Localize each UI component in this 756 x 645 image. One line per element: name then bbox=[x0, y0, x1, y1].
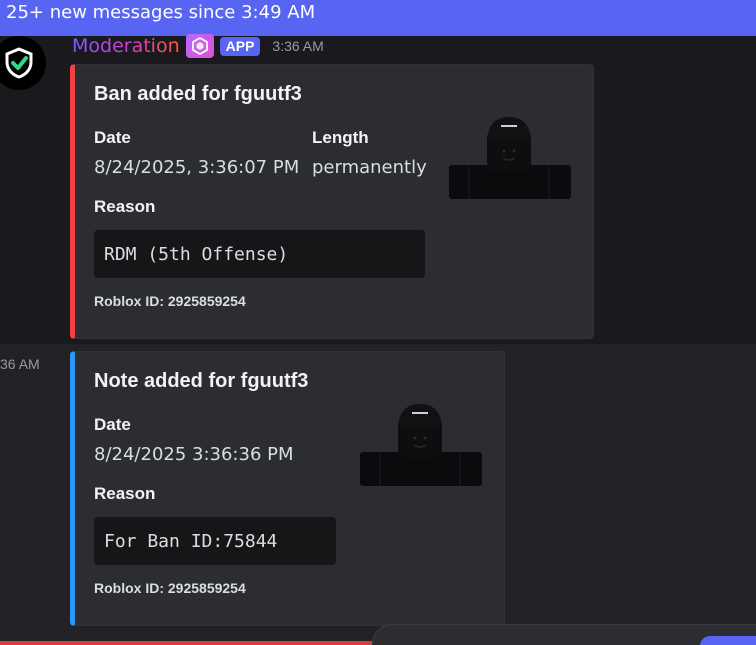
roblox-avatar-thumbnail[interactable] bbox=[449, 117, 571, 199]
avatar[interactable] bbox=[0, 36, 46, 90]
timestamp[interactable]: 3:36 AM bbox=[272, 38, 323, 54]
message-ban: Moderation APP 3:36 AM Ban added for fgu… bbox=[0, 34, 756, 344]
field-reason-name: Reason bbox=[94, 197, 156, 216]
field-length-name: Length bbox=[312, 128, 369, 147]
embed-note: Note added for fguutf3 Date 8/24/2025 3:… bbox=[70, 351, 505, 626]
embed-title: Ban added for fguutf3 bbox=[94, 83, 302, 105]
shield-check-icon bbox=[5, 47, 33, 79]
composer-action-button[interactable] bbox=[700, 636, 756, 645]
hover-timestamp[interactable]: 36 AM bbox=[0, 356, 40, 372]
embed-title: Note added for fguutf3 bbox=[94, 370, 309, 392]
roblox-avatar-thumbnail[interactable] bbox=[360, 404, 482, 486]
field-date-value: 8/24/2025, 3:36:07 PM bbox=[94, 157, 300, 178]
username[interactable]: Moderation bbox=[72, 35, 180, 57]
field-date-name: Date bbox=[94, 128, 131, 147]
message-header: Moderation APP 3:36 AM bbox=[72, 34, 324, 58]
reason-codeblock: For Ban ID:75844 bbox=[94, 517, 336, 565]
message-composer[interactable] bbox=[372, 624, 756, 645]
field-date-name: Date bbox=[94, 415, 131, 434]
role-badge-icon[interactable] bbox=[185, 34, 214, 58]
new-messages-text: 25+ new messages since 3:49 AM bbox=[6, 2, 316, 23]
new-messages-banner[interactable]: 25+ new messages since 3:49 AM bbox=[0, 0, 756, 36]
field-date-value: 8/24/2025 3:36:36 PM bbox=[94, 444, 294, 465]
unread-divider bbox=[0, 641, 372, 645]
reason-value: RDM (5th Offense) bbox=[104, 243, 289, 265]
reason-codeblock: RDM (5th Offense) bbox=[94, 230, 425, 278]
field-reason-name: Reason bbox=[94, 484, 156, 503]
app-tag: APP bbox=[219, 36, 261, 56]
embed-footer: Roblox ID: 2925859254 bbox=[94, 580, 246, 596]
embed-footer: Roblox ID: 2925859254 bbox=[94, 293, 246, 309]
embed-ban: Ban added for fguutf3 Date 8/24/2025, 3:… bbox=[70, 64, 594, 339]
message-note: 36 AM Note added for fguutf3 Date 8/24/2… bbox=[0, 344, 756, 645]
field-length-value: permanently bbox=[312, 157, 427, 178]
reason-value: For Ban ID:75844 bbox=[104, 530, 278, 552]
